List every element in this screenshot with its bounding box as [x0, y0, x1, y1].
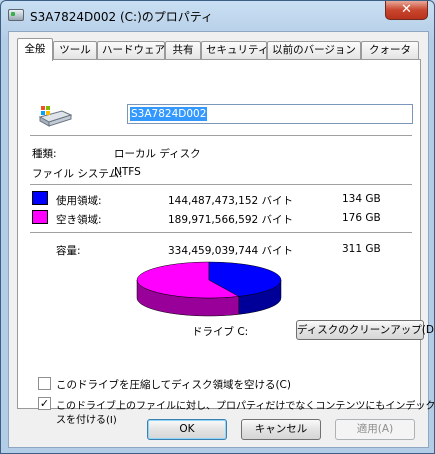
general-panel: S3A7824D002 種類: ローカル ディスク ファイル システム: NTF…: [17, 59, 434, 426]
capacity-bytes: 334,459,039,744 バイト: [168, 245, 294, 257]
properties-window: S3A7824D002 (C:)のプロパティ ✕ 全般 ツール ハードウェア 共…: [0, 0, 435, 454]
filesystem-value: NTFS: [114, 166, 141, 178]
filesystem-label: ファイル システム:: [32, 168, 123, 180]
divider: [30, 135, 412, 137]
disk-usage-pie: [136, 261, 282, 317]
type-label: 種類:: [32, 148, 57, 160]
disk-cleanup-button[interactable]: ディスクのクリーンアップ(D): [296, 320, 434, 340]
free-bytes: 189,971,566,592 バイト: [168, 214, 294, 226]
capacity-label: 容量:: [56, 245, 81, 257]
window-title: S3A7824D002 (C:)のプロパティ: [30, 10, 214, 24]
index-checkbox[interactable]: ✓: [38, 397, 51, 410]
title-bar[interactable]: S3A7824D002 (C:)のプロパティ ✕: [1, 1, 434, 31]
hard-drive-icon: [38, 106, 72, 127]
divider: [30, 184, 412, 186]
tab-quota[interactable]: クォータ: [361, 41, 419, 60]
compress-checkbox[interactable]: [38, 377, 51, 390]
free-label: 空き領域:: [56, 214, 102, 226]
tab-strip: 全般 ツール ハードウェア 共有 セキュリティ 以前のバージョン クォータ: [17, 38, 421, 61]
checkmark-icon: ✓: [39, 397, 50, 410]
used-size: 134 GB: [342, 193, 381, 205]
free-color-swatch: [32, 210, 48, 224]
used-label: 使用領域:: [56, 195, 102, 207]
index-label-line2: スを付ける(I): [56, 415, 117, 426]
drive-icon: [8, 9, 24, 21]
divider: [30, 232, 412, 234]
tab-general[interactable]: 全般: [17, 38, 53, 61]
index-label-line1: このドライブ上のファイルに対し、プロパティだけでなくコンテンツにもインデック: [56, 401, 435, 412]
volume-name-input[interactable]: S3A7824D002: [127, 104, 413, 124]
free-size: 176 GB: [342, 212, 381, 224]
cancel-button[interactable]: キャンセル: [241, 419, 321, 440]
compress-label: このドライブを圧縮してディスク領域を空ける(C): [56, 379, 291, 391]
apply-button[interactable]: 適用(A): [335, 419, 415, 440]
capacity-size: 311 GB: [342, 243, 381, 255]
dialog-client: 全般 ツール ハードウェア 共有 セキュリティ 以前のバージョン クォータ S3…: [8, 31, 434, 448]
tab-tools[interactable]: ツール: [53, 41, 97, 60]
used-color-swatch: [32, 191, 48, 205]
drive-label: ドライブ C:: [192, 326, 249, 338]
close-button[interactable]: ✕: [385, 1, 428, 20]
tab-previous-versions[interactable]: 以前のバージョン: [267, 41, 361, 60]
tab-hardware[interactable]: ハードウェア: [97, 41, 165, 60]
tab-sharing[interactable]: 共有: [165, 41, 201, 60]
volume-name-text: S3A7824D002: [130, 107, 208, 121]
ok-button[interactable]: OK: [147, 419, 227, 440]
tab-security[interactable]: セキュリティ: [201, 41, 268, 60]
type-value: ローカル ディスク: [114, 148, 201, 160]
used-bytes: 144,487,473,152 バイト: [168, 195, 294, 207]
